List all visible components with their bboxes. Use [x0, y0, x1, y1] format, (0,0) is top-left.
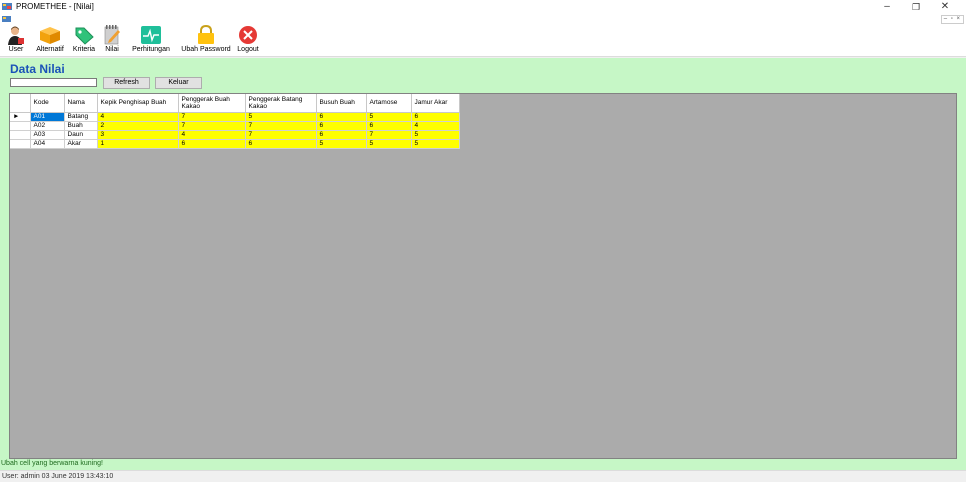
cell-value[interactable]: 7 — [366, 130, 412, 140]
cell-kode[interactable]: A03 — [30, 130, 65, 140]
table-row[interactable]: A02 Buah 2 7 7 6 6 4 — [10, 121, 460, 131]
toolbar-label: User — [8, 46, 24, 53]
cell-kode[interactable]: A01 — [30, 112, 65, 122]
close-button[interactable]: ✕ — [933, 0, 957, 14]
cell-value[interactable]: 7 — [178, 112, 246, 122]
cell-value[interactable]: 5 — [316, 139, 367, 149]
pulse-icon — [141, 26, 161, 44]
cell-value[interactable]: 7 — [245, 130, 317, 140]
data-grid[interactable]: Kode Nama Kepik Penghisap Buah Penggerak… — [9, 93, 957, 459]
cell-value[interactable]: 4 — [97, 112, 179, 122]
toolbar-label: Ubah Password — [181, 46, 231, 53]
refresh-button[interactable]: Refresh — [103, 77, 150, 89]
row-header-corner[interactable] — [10, 94, 31, 113]
cell-value[interactable]: 5 — [411, 139, 460, 149]
cell-value[interactable]: 5 — [366, 112, 412, 122]
column-header-kode[interactable]: Kode — [30, 94, 65, 113]
cell-value[interactable]: 6 — [366, 121, 412, 131]
window-title: PROMETHEE - [Nilai] — [16, 2, 94, 11]
cell-value[interactable]: 2 — [97, 121, 179, 131]
cell-value[interactable]: 6 — [411, 112, 460, 122]
table-row[interactable]: ► A01 Batang 4 7 5 6 5 6 — [10, 112, 460, 122]
column-header-penggerak-batang-kakao[interactable]: Penggerak Batang Kakao — [245, 94, 317, 113]
status-text: User: admin 03 June 2019 13:43:10 — [2, 473, 114, 480]
cell-value[interactable]: 3 — [97, 130, 179, 140]
mdi-window-controls[interactable]: – ▫ × — [940, 15, 964, 24]
column-header-busuh-buah[interactable]: Busuh Buah — [316, 94, 367, 113]
lock-icon — [198, 25, 214, 44]
search-input[interactable] — [10, 78, 97, 87]
cell-value[interactable]: 6 — [316, 121, 367, 131]
toolbar-label: Alternatif — [36, 46, 64, 53]
tag-icon — [75, 27, 94, 45]
cell-nama[interactable]: Batang — [64, 112, 98, 122]
toolbar-kriteria-button[interactable]: Kriteria — [70, 24, 98, 57]
cell-kode[interactable]: A04 — [30, 139, 65, 149]
maximize-button[interactable]: ❐ — [904, 0, 928, 14]
toolbar: User Alternatif Kriteria Nilai Perhitung… — [0, 24, 966, 57]
toolbar-ubah-password-button[interactable]: Ubah Password — [179, 24, 233, 57]
box-icon — [40, 27, 60, 44]
column-header-artamose[interactable]: Artamose — [366, 94, 412, 113]
row-header[interactable] — [10, 121, 31, 131]
nilai-table: Kode Nama Kepik Penghisap Buah Penggerak… — [10, 94, 460, 149]
hint-bar: Ubah cell yang berwarna kuning! — [0, 459, 966, 470]
table-row[interactable]: A03 Daun 3 4 7 6 7 5 — [10, 130, 460, 140]
cell-value[interactable]: 6 — [245, 139, 317, 149]
status-bar: User: admin 03 June 2019 13:43:10 — [0, 470, 966, 482]
toolbar-label: Logout — [237, 46, 259, 53]
cell-kode[interactable]: A02 — [30, 121, 65, 131]
cell-value[interactable]: 7 — [178, 121, 246, 131]
minimize-button[interactable]: – — [875, 0, 899, 14]
mdi-strip: – ▫ × — [0, 14, 966, 24]
cell-value[interactable]: 5 — [245, 112, 317, 122]
cell-nama[interactable]: Daun — [64, 130, 98, 140]
toolbar-logout-button[interactable]: Logout — [235, 24, 261, 57]
current-row-indicator[interactable]: ► — [10, 112, 31, 122]
column-header-kepik-penghisap-buah[interactable]: Kepik Penghisap Buah — [97, 94, 179, 113]
cell-value[interactable]: 7 — [245, 121, 317, 131]
cell-value[interactable]: 6 — [178, 139, 246, 149]
hint-text: Ubah cell yang berwarna kuning! — [1, 460, 103, 467]
column-header-jamur-akar[interactable]: Jamur Akar — [411, 94, 460, 113]
child-window-icon[interactable] — [2, 15, 11, 23]
cell-nama[interactable]: Buah — [64, 121, 98, 131]
toolbar-nilai-button[interactable]: Nilai — [102, 24, 122, 57]
column-header-nama[interactable]: Nama — [64, 94, 98, 113]
cell-value[interactable]: 4 — [178, 130, 246, 140]
cell-value[interactable]: 6 — [316, 130, 367, 140]
cell-value[interactable]: 1 — [97, 139, 179, 149]
keluar-button[interactable]: Keluar — [155, 77, 202, 89]
table-row[interactable]: A04 Akar 1 6 6 5 5 5 — [10, 139, 460, 149]
cell-value[interactable]: 4 — [411, 121, 460, 131]
cell-value[interactable]: 6 — [316, 112, 367, 122]
row-header[interactable] — [10, 139, 31, 149]
row-header[interactable] — [10, 130, 31, 140]
cell-nama[interactable]: Akar — [64, 139, 98, 149]
cell-value[interactable]: 5 — [411, 130, 460, 140]
header-row: Kode Nama Kepik Penghisap Buah Penggerak… — [10, 94, 460, 113]
notepad-icon — [104, 25, 120, 45]
close-circle-icon — [239, 26, 257, 44]
app-icon — [2, 3, 12, 10]
page-title: Data Nilai — [10, 62, 65, 76]
user-icon — [8, 26, 24, 45]
main-panel: Data Nilai Refresh Keluar Kode Nama Kepi… — [0, 58, 966, 459]
toolbar-label: Kriteria — [72, 46, 96, 53]
toolbar-label: Nilai — [105, 46, 119, 53]
toolbar-user-button[interactable]: User — [5, 24, 27, 57]
column-header-penggerak-buah-kakao[interactable]: Penggerak Buah Kakao — [178, 94, 246, 113]
toolbar-perhitungan-button[interactable]: Perhitungan — [129, 24, 173, 57]
cell-value[interactable]: 5 — [366, 139, 412, 149]
toolbar-label: Perhitungan — [132, 46, 170, 53]
toolbar-alternatif-button[interactable]: Alternatif — [32, 24, 68, 57]
title-bar: PROMETHEE - [Nilai] – ❐ ✕ — [0, 0, 966, 14]
